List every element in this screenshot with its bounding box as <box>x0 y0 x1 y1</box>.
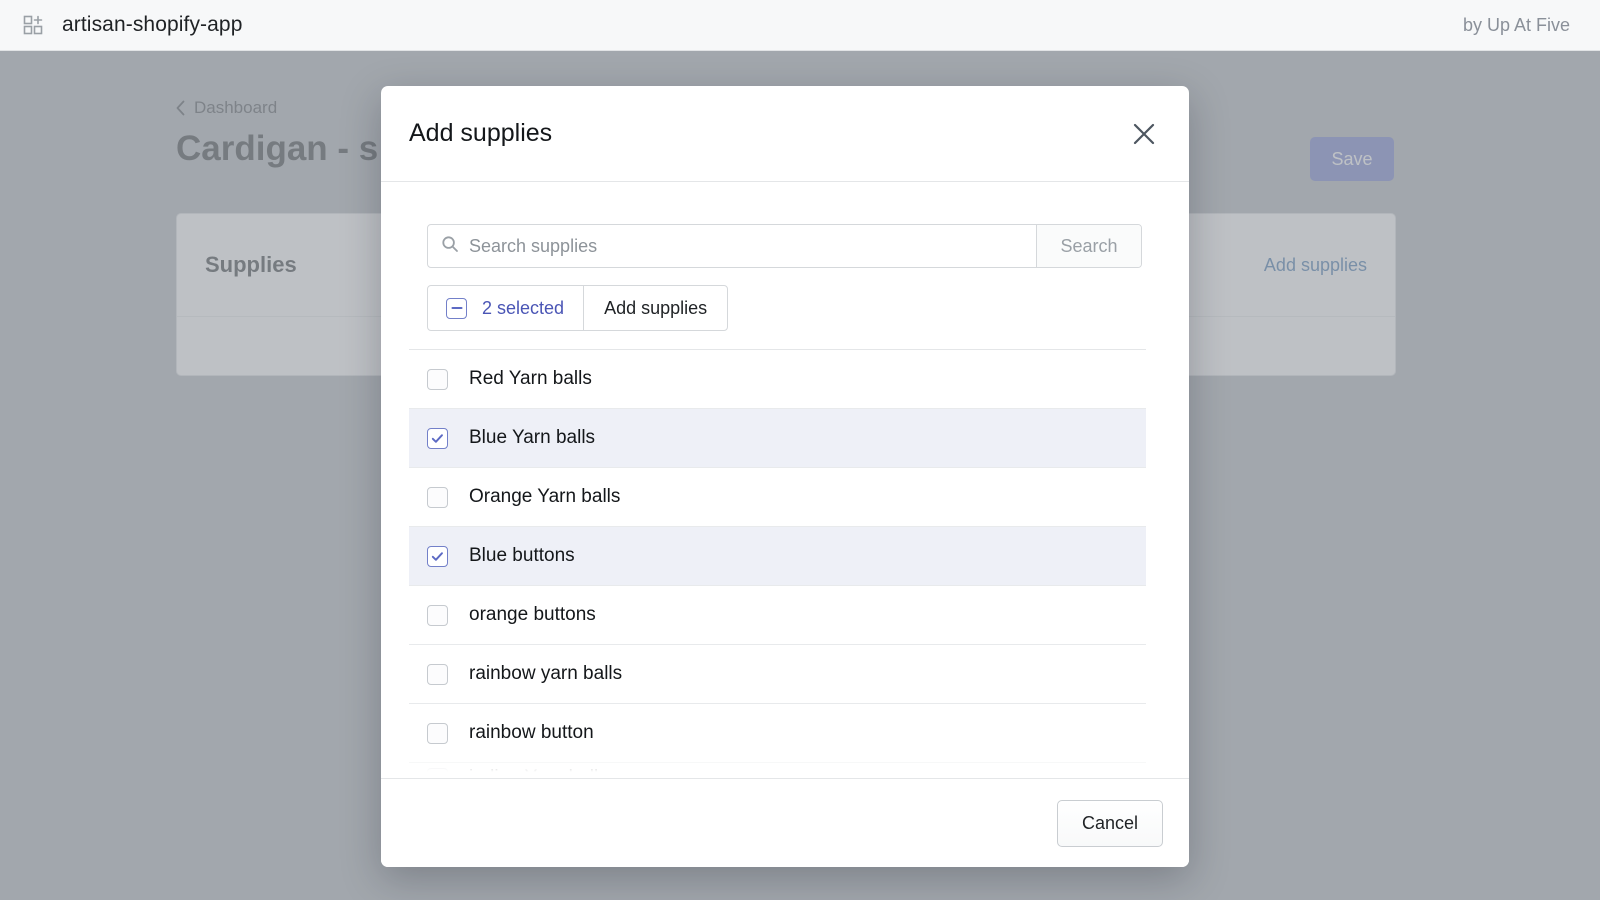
list-item-label: Orange Yarn balls <box>469 486 621 507</box>
app-top-bar: artisan-shopify-app by Up At Five <box>0 0 1600 51</box>
list-item-label: rainbow button <box>469 722 594 743</box>
list-item-label: rainbow yarn balls <box>469 663 623 684</box>
chevron-left-icon <box>176 100 185 116</box>
list-item[interactable]: orange buttons <box>409 586 1146 645</box>
list-item[interactable]: Blue buttons <box>409 527 1146 586</box>
list-item[interactable]: rainbow button <box>409 704 1146 763</box>
supplies-list: Red Yarn balls Blue Yarn balls Orange Yarn… <box>409 349 1146 778</box>
list-item[interactable]: Blue Yarn balls <box>409 409 1146 468</box>
add-supplies-link[interactable]: Add supplies <box>1264 255 1367 276</box>
list-item[interactable]: indigo Yarn balls <box>409 763 1146 778</box>
modal-header: Add supplies <box>381 86 1189 182</box>
list-item-label: indigo Yarn balls <box>469 767 608 778</box>
select-all-control[interactable]: 2 selected <box>428 286 585 330</box>
search-button[interactable]: Search <box>1036 225 1141 267</box>
breadcrumb-label: Dashboard <box>194 98 278 117</box>
save-button[interactable]: Save <box>1310 137 1394 181</box>
page-title: Cardigan - s <box>176 129 379 168</box>
bulk-action-bar: 2 selected Add supplies <box>427 285 729 331</box>
list-item[interactable]: rainbow yarn balls <box>409 645 1146 704</box>
bulk-add-supplies-button[interactable]: Add supplies <box>584 286 727 330</box>
row-checkbox-unchecked[interactable] <box>427 767 448 778</box>
list-item-label: Red Yarn balls <box>469 368 592 389</box>
search-input[interactable]: Search supplies <box>428 225 1036 267</box>
add-supplies-modal: Add supplies Search supplies Search 2 se… <box>381 86 1189 867</box>
list-item-label: Blue buttons <box>469 545 575 566</box>
list-item[interactable]: Orange Yarn balls <box>409 468 1146 527</box>
app-name: artisan-shopify-app <box>62 13 243 36</box>
list-item[interactable]: Red Yarn balls <box>409 350 1146 409</box>
list-item-label: Blue Yarn balls <box>469 427 596 448</box>
row-checkbox-unchecked[interactable] <box>427 604 448 626</box>
search-icon <box>441 235 459 258</box>
row-checkbox-unchecked[interactable] <box>427 368 448 390</box>
close-icon[interactable] <box>1125 115 1163 153</box>
add-app-grid-icon <box>22 14 44 36</box>
selected-count-label: 2 selected <box>482 297 565 318</box>
list-item-label: orange buttons <box>469 604 596 625</box>
supplies-card-title: Supplies <box>205 252 297 277</box>
save-button-label: Save <box>1331 148 1373 169</box>
select-all-checkbox-indeterminate[interactable] <box>446 297 467 319</box>
row-checkbox-unchecked[interactable] <box>427 486 448 508</box>
modal-footer: Cancel <box>381 778 1189 867</box>
app-byline: by Up At Five <box>1462 14 1570 35</box>
cancel-button[interactable]: Cancel <box>1056 799 1163 847</box>
bulk-add-supplies-label: Add supplies <box>604 297 708 318</box>
search-bar: Search supplies Search <box>427 224 1142 268</box>
search-button-label: Search <box>1060 235 1118 256</box>
breadcrumb[interactable]: Dashboard <box>176 98 277 118</box>
search-input-placeholder: Search supplies <box>469 235 598 256</box>
modal-title: Add supplies <box>409 119 553 147</box>
row-checkbox-checked[interactable] <box>427 427 448 449</box>
modal-body: Search supplies Search 2 selected Add su… <box>381 182 1189 778</box>
row-checkbox-checked[interactable] <box>427 545 448 567</box>
row-checkbox-unchecked[interactable] <box>427 722 448 744</box>
row-checkbox-unchecked[interactable] <box>427 663 448 685</box>
